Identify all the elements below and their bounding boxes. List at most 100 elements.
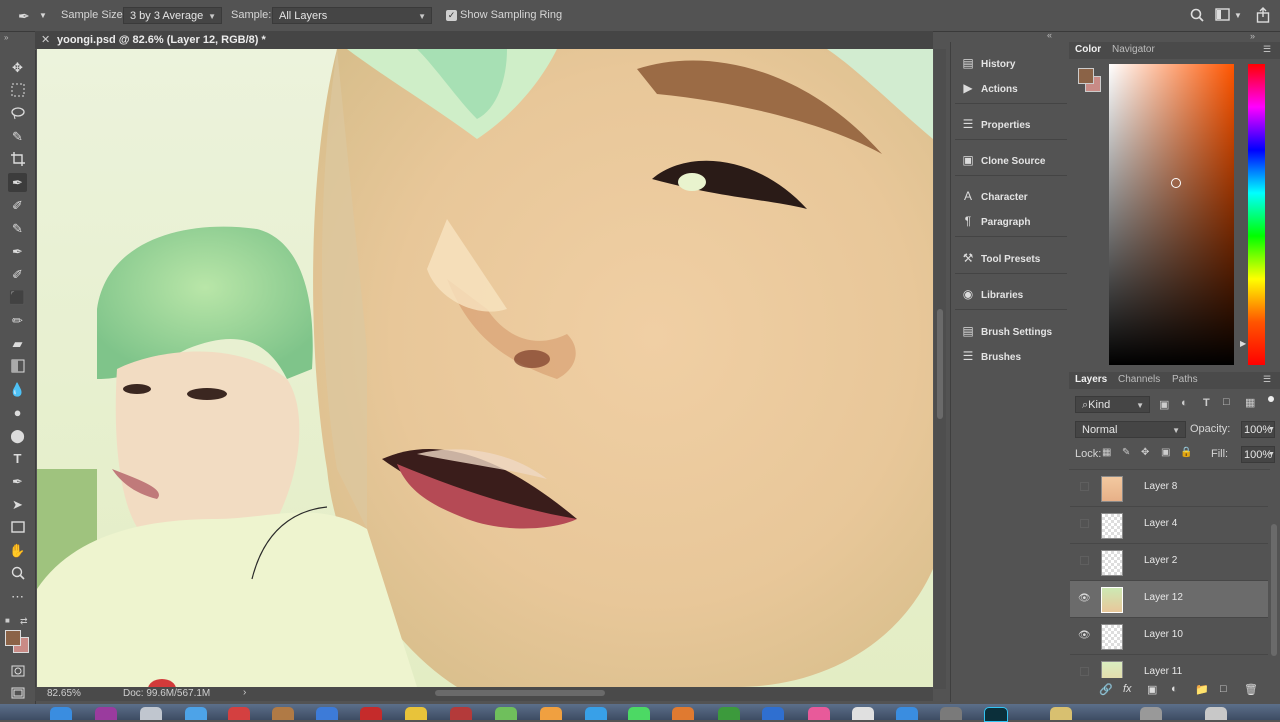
color-field[interactable] [1109,64,1234,365]
app-icon[interactable] [316,707,338,720]
collapse-tools-icon[interactable]: » [4,33,8,42]
crop-icon[interactable] [8,150,27,169]
search-icon[interactable] [1189,7,1205,23]
layers-scrollbar[interactable] [1271,524,1277,656]
system-preferences-icon[interactable] [940,707,962,720]
dock-item-actions[interactable]: ▶ Actions [959,77,1065,99]
visibility-toggle[interactable] [1078,482,1090,494]
brush-icon[interactable]: ✎ [8,219,27,238]
layer-row[interactable]: Layer 11 [1070,655,1268,678]
layer-name[interactable]: Layer 11 [1144,666,1182,677]
document-canvas[interactable] [37,49,933,687]
dock-item-history[interactable]: ▤ History [959,52,1065,74]
horizontal-scrollbar[interactable] [435,690,605,696]
visibility-toggle[interactable] [1078,667,1090,678]
tab-color[interactable]: Color [1075,42,1101,58]
messages-icon[interactable] [628,707,650,720]
type-icon[interactable]: T [8,449,27,468]
app-icon[interactable] [718,707,740,720]
blend-mode-select[interactable]: Normal ▼ [1075,421,1186,438]
panel-menu-icon[interactable]: ☰ [1263,44,1271,55]
tab-paths[interactable]: Paths [1172,372,1198,388]
foreground-color-swatch[interactable] [1078,68,1094,84]
history-brush-icon[interactable]: ✐ [8,265,27,284]
document-tab-title[interactable]: yoongi.psd @ 82.6% (Layer 12, RGB/8) * [57,34,266,46]
filter-type-layers-icon[interactable]: T [1203,397,1210,409]
app-icon[interactable] [450,707,472,720]
pen-icon[interactable]: ✒ [8,472,27,491]
sample-select[interactable]: All Layers ▼ [272,7,432,24]
visibility-toggle[interactable] [1078,556,1090,568]
new-group-icon[interactable]: 📁 [1195,683,1209,696]
filter-shape-layers-icon[interactable]: □ [1223,396,1230,408]
photos-icon[interactable] [540,707,562,720]
dock-item-libraries[interactable]: ◉ Libraries [959,283,1065,305]
move-icon[interactable]: ✥ [8,58,27,77]
layer-row[interactable]: Layer 8 [1070,470,1268,507]
default-colors-icon[interactable]: ■ [5,616,15,626]
vertical-scrollbar[interactable] [937,309,943,419]
trash-icon[interactable] [1205,707,1227,720]
chevron-down-icon[interactable]: ▼ [1268,426,1275,433]
marquee-icon[interactable] [8,81,27,100]
share-icon[interactable] [1256,7,1270,23]
layer-name[interactable]: Layer 8 [1144,481,1177,492]
lock-all-icon[interactable]: 🔒 [1180,447,1192,458]
hue-slider-marker[interactable]: ▶ [1240,339,1246,348]
dodge-icon[interactable]: ● [8,403,27,422]
healing-brush-icon[interactable]: ✐ [8,196,27,215]
filter-toggle[interactable] [1268,396,1274,402]
layer-name[interactable]: Layer 12 [1144,592,1183,603]
blur-icon[interactable]: 💧 [8,380,27,399]
sponge-icon[interactable]: ⬤ [8,426,27,445]
stamp-icon[interactable]: ⬛ [8,288,27,307]
app-icon[interactable] [852,707,874,720]
panel-menu-icon[interactable]: ☰ [1263,374,1271,385]
more-tools-icon[interactable]: ⋯ [8,587,27,606]
new-layer-icon[interactable]: □ [1220,683,1227,695]
show-sampling-ring-checkbox[interactable]: ✓ [446,10,457,21]
adjustment-layer-icon[interactable]: ◐ [1171,683,1178,695]
tab-layers[interactable]: Layers [1075,372,1107,388]
layer-name[interactable]: Layer 2 [1144,555,1177,566]
layer-row-selected[interactable]: 👁 Layer 12 [1070,581,1268,618]
quick-mask-icon[interactable] [8,662,27,681]
workspace-icon[interactable] [1215,8,1231,22]
layer-row[interactable]: Layer 2 [1070,544,1268,581]
visibility-toggle[interactable] [1078,519,1090,531]
layer-row[interactable]: Layer 4 [1070,507,1268,544]
dock-item-paragraph[interactable]: ¶ Paragraph [959,210,1065,232]
app-icon[interactable] [272,707,294,720]
eyedropper-icon[interactable]: ✒ [8,173,27,192]
layer-filter-select[interactable]: ⌕Kind ▼ [1075,396,1150,413]
path-selection-icon[interactable]: ➤ [8,495,27,514]
app-icon[interactable] [585,707,607,720]
app-icon[interactable] [140,707,162,720]
lock-image-pixels-icon[interactable]: ✎ [1122,447,1130,458]
screen-mode-icon[interactable] [8,684,27,703]
eraser-icon[interactable]: ▰ [8,334,27,353]
tab-channels[interactable]: Channels [1118,372,1160,388]
fx-icon[interactable]: fx [1123,683,1132,695]
sample-size-select[interactable]: 3 by 3 Average ▼ [123,7,222,24]
gradient-icon[interactable] [8,357,27,376]
safari-icon[interactable] [185,707,207,720]
lock-artboard-icon[interactable]: ▣ [1161,447,1170,458]
filter-smart-objects-icon[interactable]: ▦ [1245,396,1255,409]
lasso-icon[interactable] [8,104,27,123]
rectangle-icon[interactable] [8,518,27,537]
finder-icon[interactable] [50,707,72,720]
color-picker-ring[interactable] [1171,178,1181,188]
dock-item-tool-presets[interactable]: ⚒ Tool Presets [959,247,1065,269]
chevron-down-icon[interactable]: ▼ [1234,11,1242,20]
lock-transparent-pixels-icon[interactable]: ▦ [1102,447,1111,458]
app-store-icon[interactable] [896,707,918,720]
tab-navigator[interactable]: Navigator [1112,42,1155,58]
app-icon[interactable] [228,707,250,720]
zoom-icon[interactable] [8,564,27,583]
filter-adjustment-layers-icon[interactable]: ◐ [1181,397,1188,409]
close-icon[interactable]: ✕ [41,33,50,46]
chevron-down-icon[interactable]: ▼ [39,11,47,20]
collapse-dock-icon[interactable]: « [1047,30,1052,40]
link-layers-icon[interactable]: 🔗 [1099,683,1113,696]
